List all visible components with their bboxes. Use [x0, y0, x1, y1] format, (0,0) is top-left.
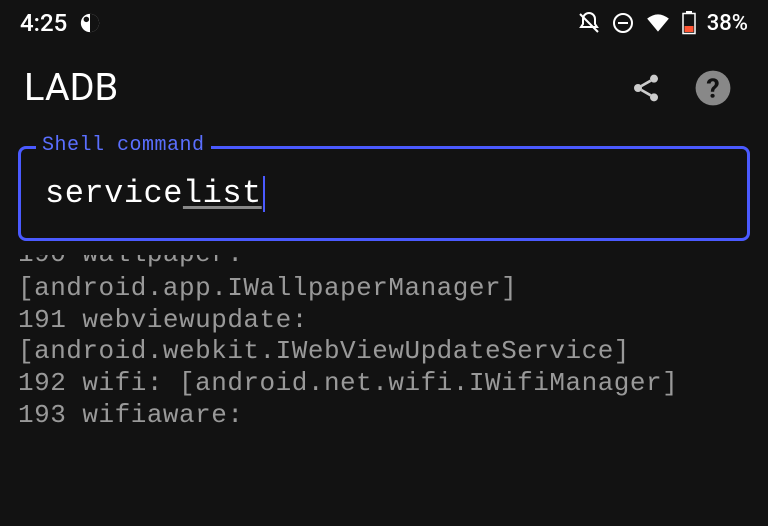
- help-icon[interactable]: ?: [694, 69, 732, 107]
- shell-output[interactable]: 190 wallpaper: [android.app.IWallpaperMa…: [0, 241, 768, 432]
- status-time: 4:25: [20, 9, 67, 37]
- battery-percentage: 38%: [707, 11, 748, 36]
- shell-input-container: Shell command service list: [18, 146, 750, 241]
- status-bar: 4:25: [0, 0, 768, 42]
- battery-icon: [681, 11, 697, 35]
- output-line: 193 wifiaware:: [18, 400, 750, 432]
- output-line: 191 webviewupdate:: [18, 305, 750, 337]
- svg-text:?: ?: [706, 73, 719, 105]
- share-icon[interactable]: [630, 72, 662, 104]
- notifications-off-icon: [577, 11, 601, 35]
- notification-icon: [79, 12, 101, 34]
- input-value-plain: service: [45, 175, 183, 212]
- text-cursor: [263, 176, 265, 212]
- app-title: LADB: [24, 66, 118, 110]
- output-line: [android.app.IWallpaperManager]: [18, 273, 750, 305]
- do-not-disturb-icon: [611, 11, 635, 35]
- input-text: service list: [45, 175, 265, 212]
- status-left-group: 4:25: [20, 9, 101, 37]
- output-line: [android.webkit.IWebViewUpdateService]: [18, 336, 750, 368]
- app-header: LADB ?: [0, 42, 768, 134]
- output-line: 190 wallpaper:: [18, 255, 750, 273]
- status-right-group: 38%: [577, 11, 748, 36]
- header-actions: ?: [630, 69, 744, 107]
- shell-command-input[interactable]: service list: [18, 146, 750, 241]
- wifi-icon: [645, 12, 671, 34]
- input-label: Shell command: [36, 134, 211, 157]
- input-value-underlined: list: [183, 175, 262, 212]
- output-line: 192 wifi: [android.net.wifi.IWifiManager…: [18, 368, 750, 400]
